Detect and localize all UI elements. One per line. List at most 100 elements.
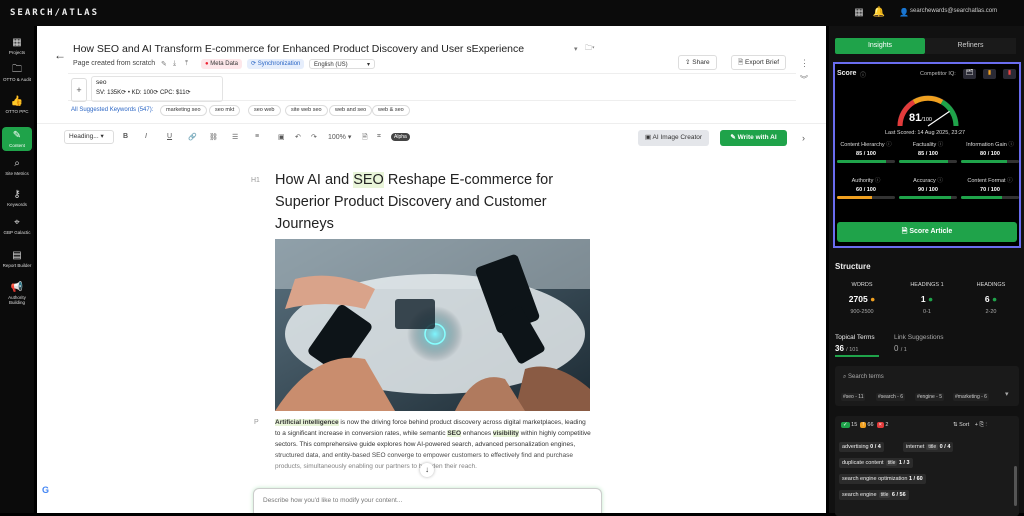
ai-image-creator-button[interactable]: ▣ AI Image Creator [638, 130, 709, 146]
chevron-down-icon[interactable]: ▾ [574, 45, 578, 53]
user-email[interactable]: searchewards@searchatlas.com [910, 8, 997, 14]
document-title[interactable]: How SEO and AI Transform E-commerce for … [73, 43, 524, 55]
nav-label: Keywords [7, 202, 27, 207]
bold-icon[interactable]: B [123, 133, 128, 140]
check-icon[interactable]: ✓ [841, 422, 850, 428]
term-tag[interactable]: #marketing - 6 [953, 393, 989, 401]
upload-icon[interactable]: ⤒ [185, 60, 188, 68]
score-article-button[interactable]: 🗎 Score Article [837, 222, 1017, 242]
more-icon[interactable]: ⋮ [985, 422, 986, 428]
keyword-chip[interactable]: web & seo [372, 105, 410, 116]
structure-value: 1 ● [898, 294, 956, 304]
nav-report-builder[interactable]: ▤ Report Builder [2, 250, 32, 268]
term-tag[interactable]: #seo - 11 [841, 393, 866, 401]
chevron-down-icon[interactable]: ▾ [1005, 390, 1009, 398]
warning-icon[interactable]: ! [860, 422, 866, 428]
numbered-list-icon[interactable]: ≡ [255, 133, 259, 140]
nav-keywords[interactable]: ⚷ Keywords [2, 189, 32, 207]
nav-label: Content [9, 143, 25, 148]
score-value: 81/100 [909, 112, 932, 124]
report-icon: ▤ [12, 250, 22, 261]
term-item[interactable]: search engine title 6 / 56 [839, 490, 909, 500]
nav-otto-ppc[interactable]: 👍 OTTO PPC [2, 96, 32, 114]
bullet-list-icon[interactable]: ☰ [232, 133, 238, 141]
more-options-icon[interactable]: ⋮ [800, 58, 809, 69]
app-logo[interactable]: SEARCH/ATLAS [10, 8, 99, 18]
term-tag[interactable]: #search - 6 [876, 393, 906, 401]
info-icon[interactable]: ⓘ [937, 178, 943, 184]
unlink-icon[interactable]: ⛓ [209, 133, 218, 141]
image-icon[interactable]: ▣ [278, 133, 285, 141]
edit-icon[interactable]: ✎ [161, 60, 167, 68]
info-icon[interactable]: ⓘ [875, 178, 881, 184]
nav-projects[interactable]: ▦ Projects [2, 37, 32, 55]
info-icon[interactable]: ⓘ [938, 142, 944, 148]
user-icon[interactable]: 👤 [897, 6, 911, 20]
meta-data-badge[interactable]: ● Meta Data [201, 59, 242, 69]
article-heading[interactable]: How AI and SEO Reshape E-commerce for Su… [275, 169, 575, 235]
back-arrow-icon[interactable]: ← [54, 48, 66, 62]
structure-label: HEADINGS [976, 282, 1006, 288]
scrollbar[interactable] [1014, 466, 1017, 506]
nav-authority-building[interactable]: 📢 Authority Building [2, 282, 32, 305]
keyword-card[interactable]: seo SV: 135K⟳ • KD: 100⟳ CPC: $11⟳ [91, 76, 223, 102]
redo-icon[interactable]: ↷ [311, 133, 317, 141]
document-icon[interactable]: 🗎 [362, 133, 368, 144]
suggested-keywords-label[interactable]: All Suggested Keywords (547): [71, 107, 153, 113]
keyword-chip[interactable]: site web seo [285, 105, 328, 116]
term-item[interactable]: search engine optimization 1 / 60 [839, 474, 926, 484]
add-keyword-button[interactable]: + [71, 78, 87, 102]
info-icon[interactable]: ⓘ [886, 142, 892, 148]
keyword-chip[interactable]: seo mkt [209, 105, 241, 116]
keyword-chip[interactable]: seo web [248, 105, 281, 116]
chevron-right-icon[interactable]: › [802, 133, 805, 143]
competitor-icon[interactable]: ▮ [983, 69, 996, 79]
write-with-ai-button[interactable]: ✎ Write with AI [720, 130, 787, 146]
code-icon[interactable]: ⌗ [377, 133, 381, 141]
italic-icon[interactable]: I [145, 133, 147, 140]
competitor-icon[interactable]: ▮ [1003, 69, 1016, 79]
download-icon[interactable]: ⤓ [173, 60, 176, 68]
add-icon[interactable]: + [975, 422, 978, 428]
synchronization-badge[interactable]: ⟳ Synchronization [247, 59, 305, 69]
error-icon[interactable]: × [876, 422, 884, 428]
term-item[interactable]: advertising 0 / 4 [839, 442, 884, 452]
search-terms-input[interactable]: ⌕ Search terms [843, 374, 884, 381]
term-item[interactable]: internet title 0 / 4 [903, 442, 954, 452]
zoom-select[interactable]: 100% ▾ [328, 133, 351, 141]
info-icon[interactable]: ⓘ [860, 70, 866, 79]
nav-otto-audit[interactable]: 🗀 OTTO & Audit [2, 64, 32, 82]
export-brief-button[interactable]: 🗎 Export Brief [731, 55, 787, 70]
copy-icon[interactable]: ⎘ [980, 422, 984, 428]
collapse-chevron-icon[interactable]: ︾ [800, 74, 808, 85]
tab-link-suggestions[interactable]: Link Suggestions [894, 334, 944, 341]
info-icon[interactable]: ⓘ [1008, 142, 1014, 148]
underline-icon[interactable]: U [167, 133, 172, 140]
hero-image[interactable] [275, 239, 590, 411]
tab-topical-terms[interactable]: Topical Terms [835, 334, 875, 341]
heading-select[interactable]: Heading... ▾ [64, 130, 114, 144]
language-select[interactable]: English (US) ▾ [309, 59, 375, 69]
ai-prompt-input[interactable]: Describe how you'd like to modify your c… [253, 488, 602, 513]
sort-button[interactable]: ⇅ Sort + ⎘ ⋮ [953, 422, 987, 429]
keyword-chip[interactable]: marketing seo [160, 105, 207, 116]
tab-insights[interactable]: Insights [835, 38, 925, 54]
term-item[interactable]: duplicate content title 1 / 3 [839, 458, 913, 468]
undo-icon[interactable]: ↶ [295, 133, 301, 141]
nav-site-metrics[interactable]: ⌕ Site Metrics [2, 158, 32, 176]
nav-gbp-galactic[interactable]: ⌖ GBP Galactic [2, 217, 32, 235]
apps-grid-icon[interactable]: ▦ [852, 6, 866, 20]
scroll-down-button[interactable]: ↓ [420, 463, 434, 477]
tab-refiners[interactable]: Refiners [925, 38, 1016, 54]
bell-icon[interactable]: 🔔 [872, 6, 886, 20]
link-icon[interactable]: 🔗 [188, 133, 197, 141]
nav-content[interactable]: ✎ Content [2, 127, 32, 151]
keyword-chip[interactable]: web and seo [329, 105, 373, 116]
left-nav: ▦ Projects 🗀 OTTO & Audit 👍 OTTO PPC ✎ Conte… [0, 26, 34, 513]
share-button[interactable]: ⇪ Share [678, 55, 717, 70]
info-icon[interactable]: ⓘ [1007, 178, 1013, 184]
folder-icon[interactable]: 🗀▾ [585, 44, 595, 55]
competitor-icon[interactable]: 🗂 [963, 69, 976, 79]
google-icon: G [42, 485, 50, 495]
term-tag[interactable]: #engine - 5 [915, 393, 945, 401]
